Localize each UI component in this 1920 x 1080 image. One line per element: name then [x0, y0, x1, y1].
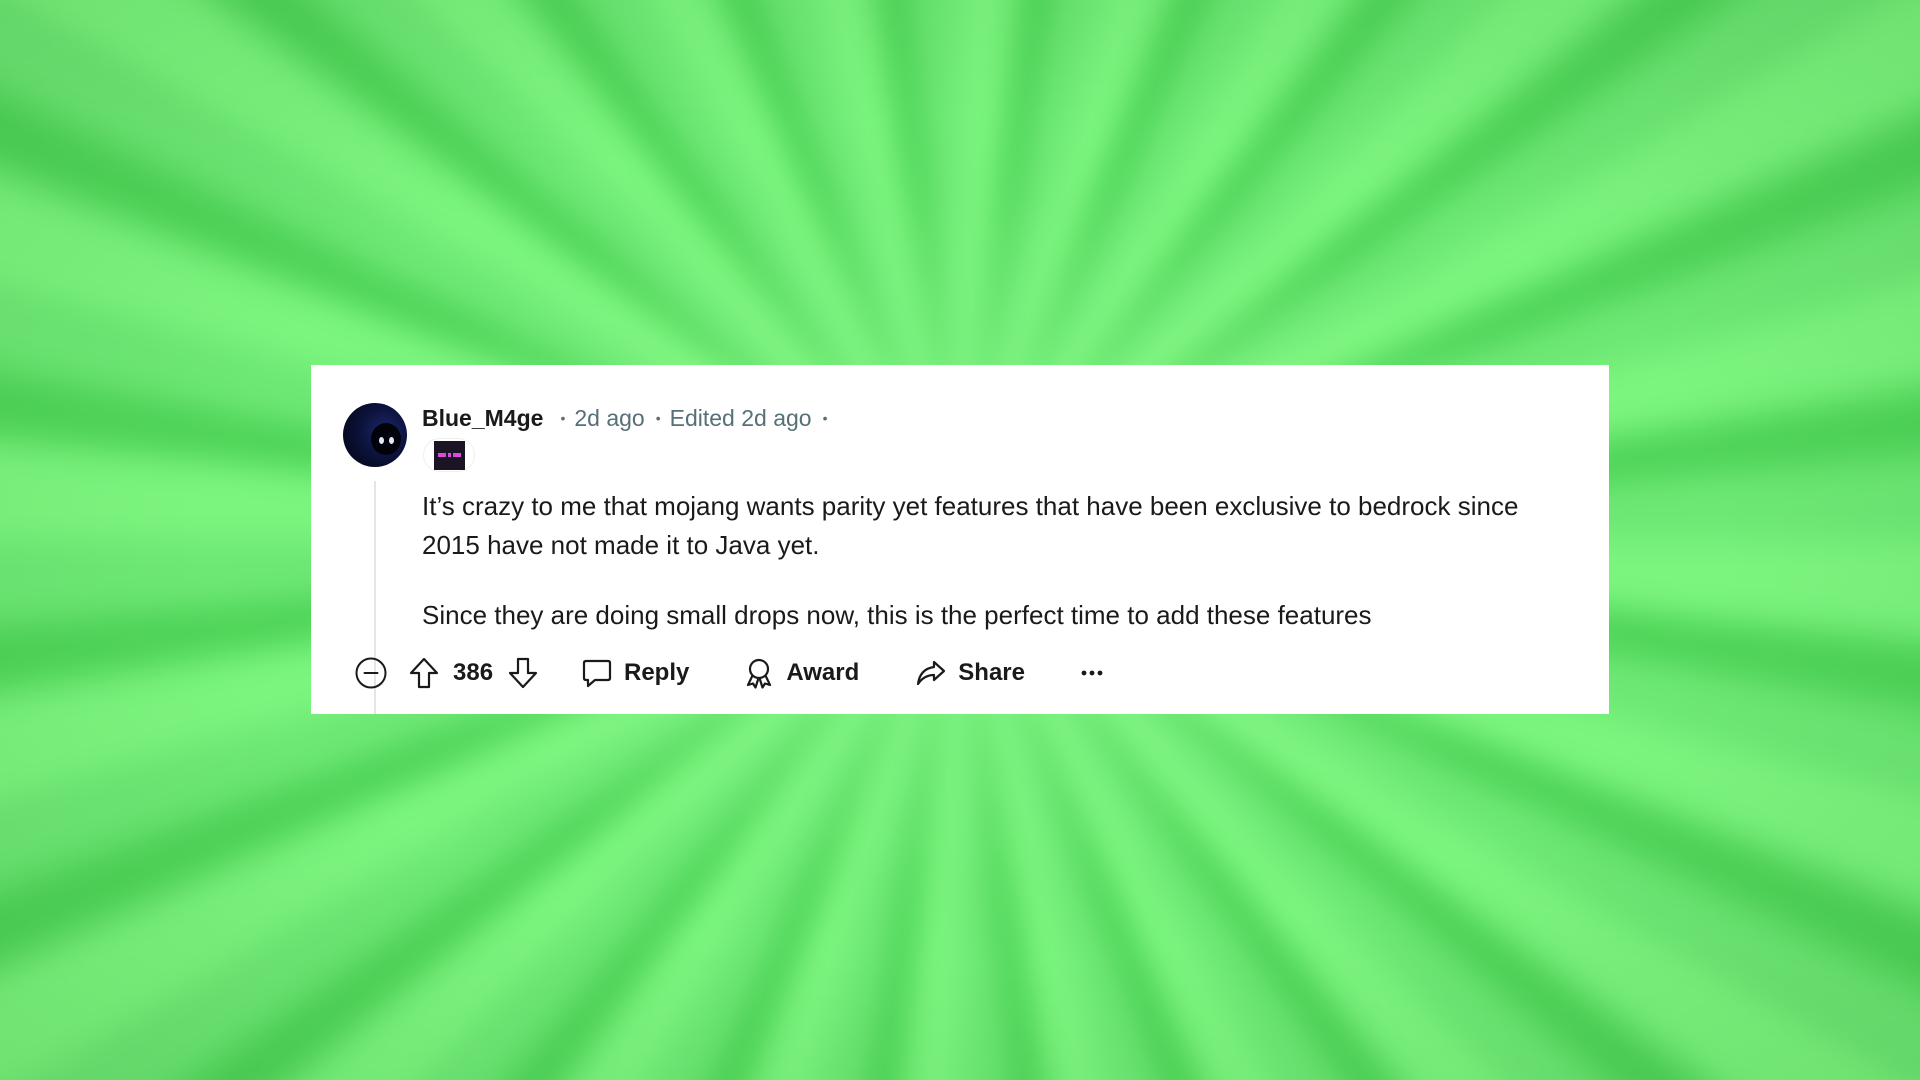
posted-time: 2d ago [574, 404, 645, 431]
comment-meta: Blue_M4ge • 2d ago • Edited 2d ago • [422, 403, 836, 433]
separator-dot: • [822, 410, 828, 426]
separator-dot: • [560, 410, 566, 426]
edited-time: Edited 2d ago [669, 404, 812, 431]
curved-arrow-icon [917, 660, 946, 686]
award-label: Award [786, 659, 860, 686]
username-link[interactable]: Blue_M4ge [422, 405, 543, 432]
ellipsis-icon [1081, 670, 1103, 676]
more-options-button[interactable] [1078, 658, 1106, 688]
flair-eye-left [437, 452, 446, 457]
enderman-flair-icon [433, 440, 465, 470]
reply-button[interactable]: Reply [581, 657, 689, 689]
upvote-button[interactable] [406, 655, 442, 691]
separator-dot: • [655, 410, 661, 426]
ribbon-award-icon [747, 658, 772, 689]
comment-paragraph: Since they are doing small drops now, th… [422, 600, 1372, 630]
comment-paragraph: It’s crazy to me that mojang wants parit… [422, 491, 1519, 560]
comment-body: It’s crazy to me that mojang wants parit… [422, 487, 1542, 635]
collapse-button[interactable] [354, 656, 388, 690]
user-flair [423, 438, 475, 472]
collapse-minus-icon [355, 657, 387, 689]
flair-eye-mid [447, 452, 451, 457]
vote-score: 386 [453, 659, 494, 686]
comment-card: Blue_M4ge • 2d ago • Edited 2d ago • It’… [311, 365, 1609, 714]
avatar-face [371, 423, 401, 455]
arrow-down-icon [508, 657, 538, 689]
comment-action-bar: 386 Reply Award Share [355, 652, 1106, 694]
downvote-button[interactable] [505, 655, 541, 691]
avatar-eye-right [389, 437, 394, 444]
avatar-eye-left [379, 437, 384, 444]
share-label: Share [958, 659, 1025, 686]
award-button[interactable]: Award [743, 657, 859, 689]
reply-label: Reply [624, 659, 690, 686]
speech-bubble-icon [582, 659, 612, 688]
arrow-up-icon [409, 657, 439, 689]
share-button[interactable]: Share [915, 657, 1025, 689]
user-avatar[interactable] [343, 403, 407, 467]
flair-eye-right [452, 452, 461, 457]
